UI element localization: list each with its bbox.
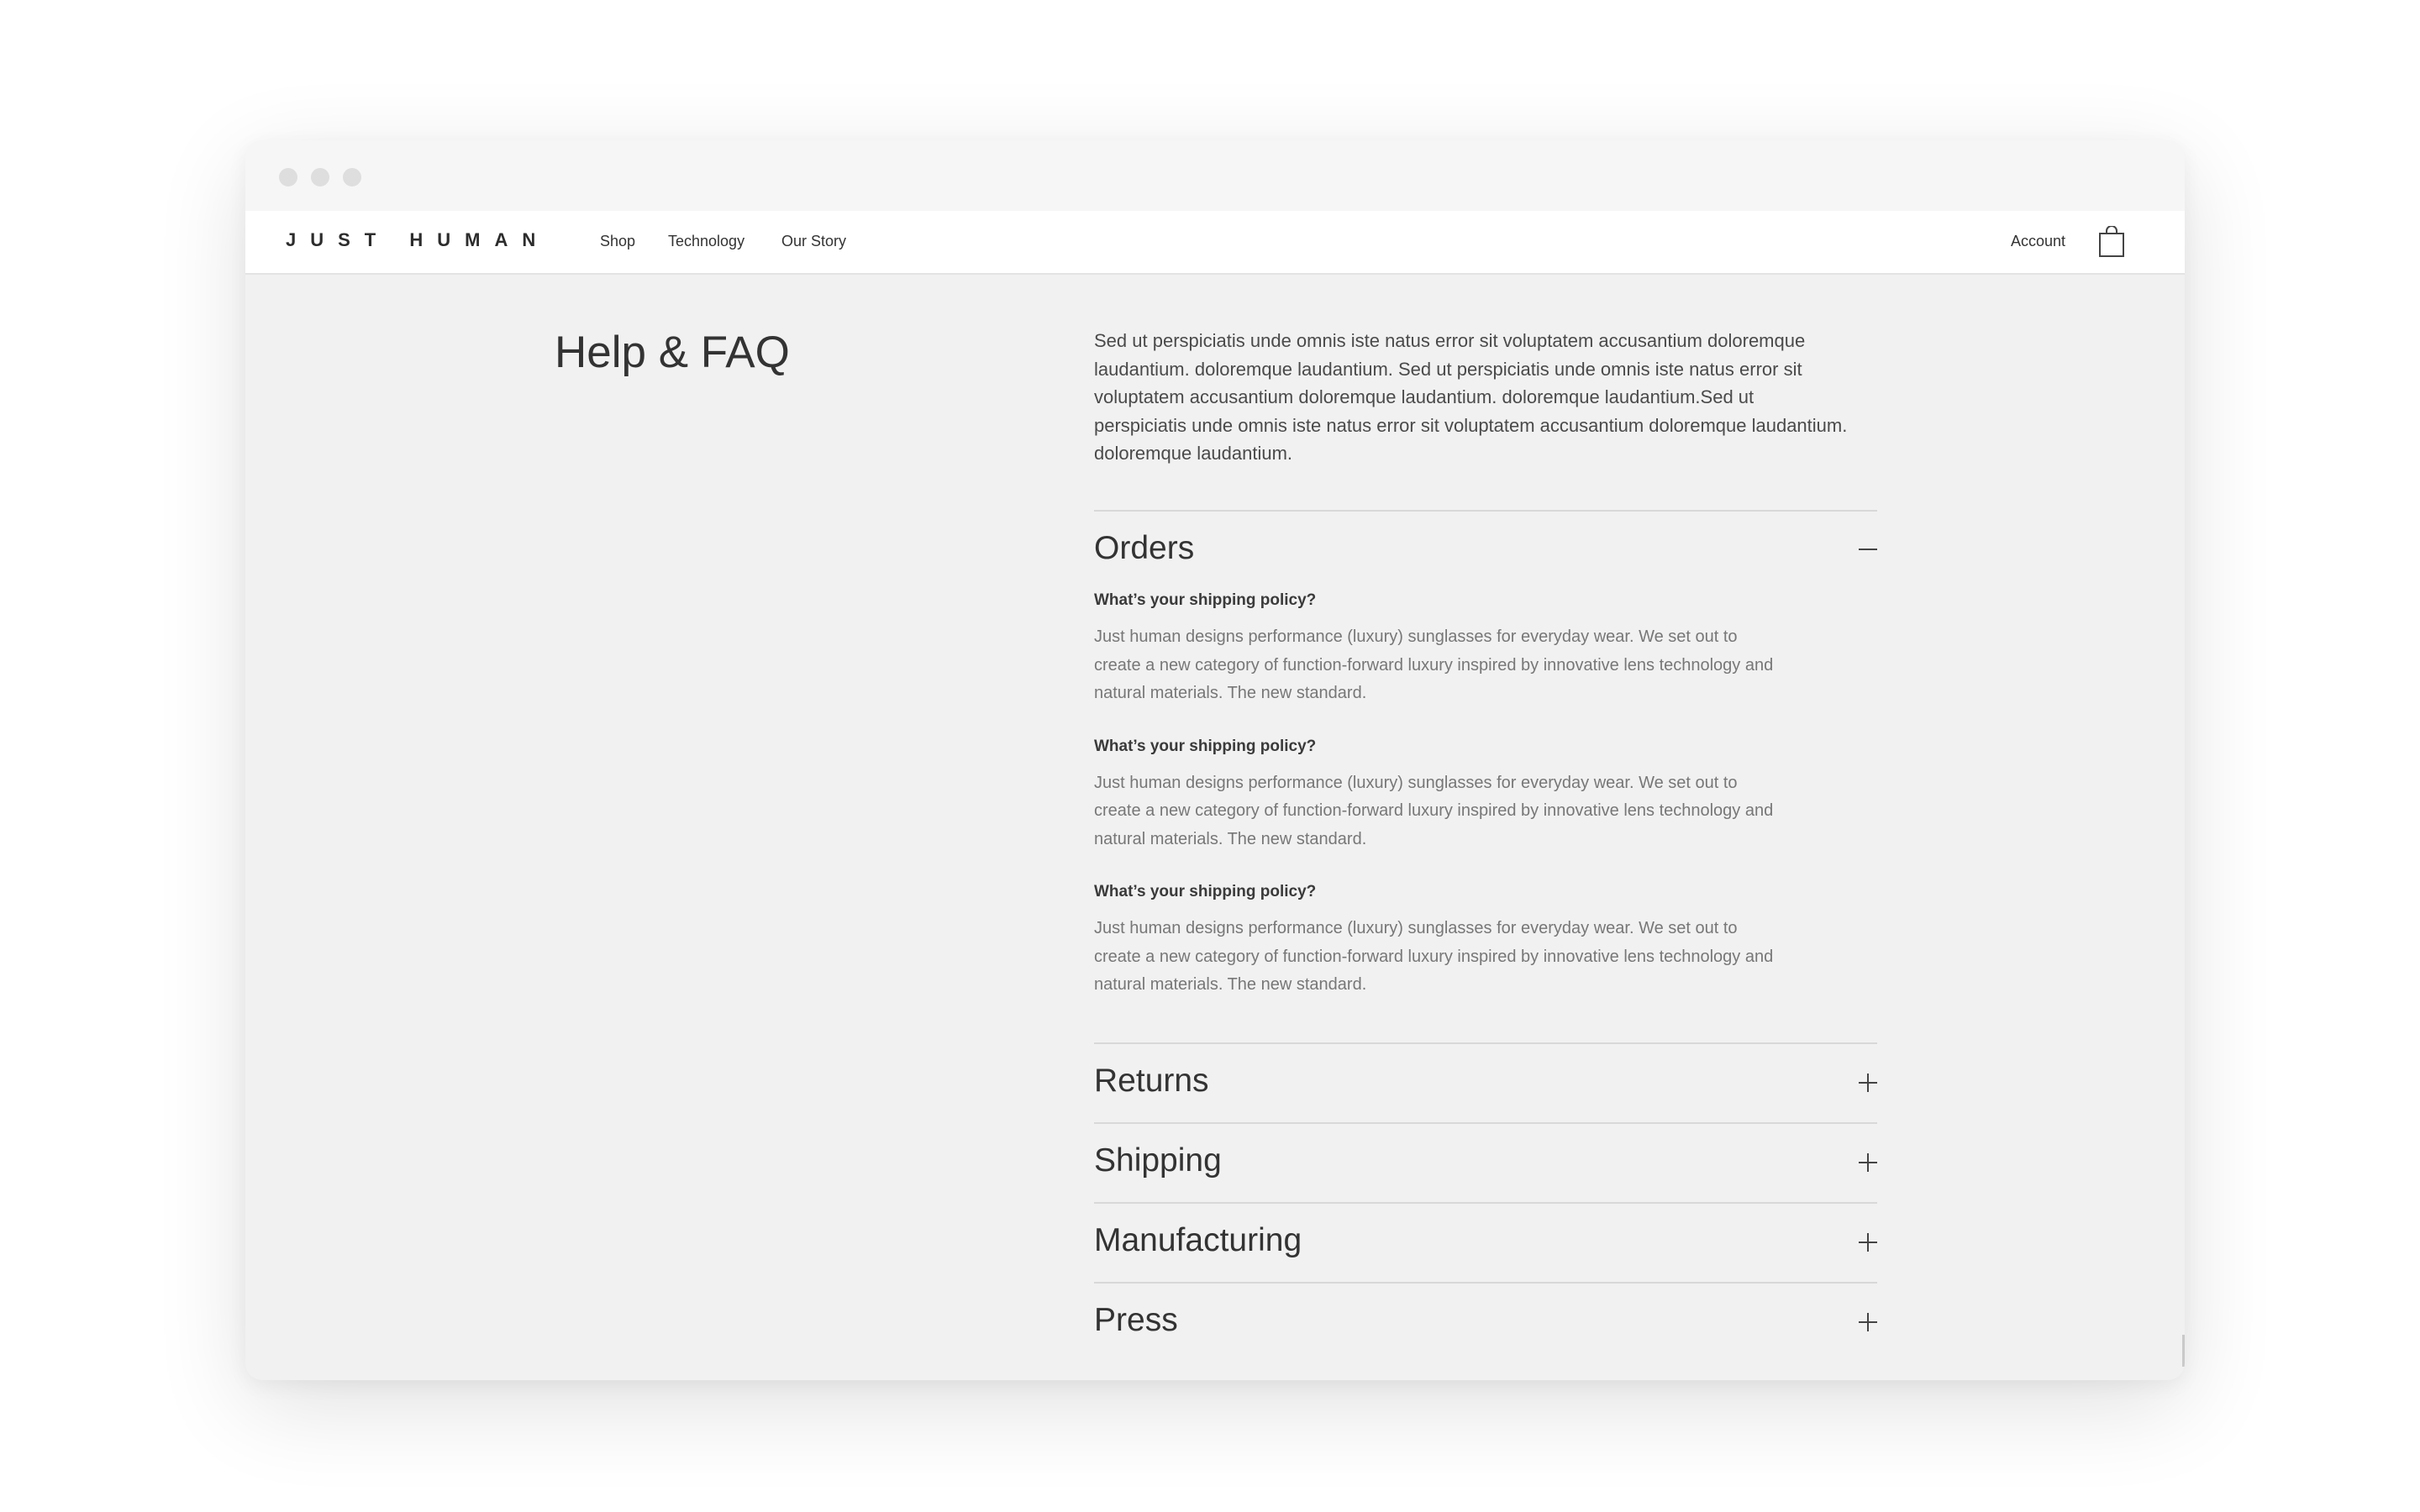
faq-answer: Just human designs performance (luxury) … <box>1094 919 1774 994</box>
faq-section-orders-header[interactable]: Orders <box>1094 512 1877 589</box>
faq-section-manufacturing: Manufacturing <box>1094 1204 1877 1282</box>
window-minimize-dot[interactable] <box>311 168 329 186</box>
faq-section-orders-body: What’s your shipping policy? Just human … <box>1094 589 1877 1042</box>
window-close-dot[interactable] <box>279 168 297 186</box>
plus-icon[interactable] <box>1859 1232 1877 1252</box>
faq-section-returns: Returns <box>1094 1044 1877 1122</box>
faq-item: What’s your shipping policy? Just human … <box>1094 735 1783 854</box>
brand-logo[interactable]: JUST HUMAN <box>286 229 550 251</box>
faq-answer: Just human designs performance (luxury) … <box>1094 773 1774 848</box>
section-title: Manufacturing <box>1094 1221 1302 1258</box>
page-title: Help & FAQ <box>555 328 790 377</box>
faq-question: What’s your shipping policy? <box>1094 883 1317 900</box>
plus-icon[interactable] <box>1859 1073 1877 1092</box>
faq-section-orders: Orders What’s your shipping policy? Just… <box>1094 512 1877 1042</box>
plus-icon[interactable] <box>1859 1152 1877 1172</box>
browser-window: JUST HUMAN Shop Technology Our Story Acc… <box>245 140 2185 1380</box>
faq-section-shipping-header[interactable]: Shipping <box>1094 1124 1877 1202</box>
faq-item: What’s your shipping policy? Just human … <box>1094 589 1783 708</box>
scrollbar-thumb[interactable] <box>2182 1335 2185 1367</box>
minus-icon[interactable] <box>1859 540 1877 559</box>
section-title: Orders <box>1094 530 1195 566</box>
faq-section-press-header[interactable]: Press <box>1094 1284 1877 1362</box>
window-maximize-dot[interactable] <box>343 168 361 186</box>
plus-icon[interactable] <box>1859 1312 1877 1331</box>
nav-link-our-story[interactable]: Our Story <box>781 233 846 250</box>
shopping-bag-icon[interactable] <box>2097 226 2126 258</box>
account-link[interactable]: Account <box>2011 233 2065 250</box>
faq-item: What’s your shipping policy? Just human … <box>1094 880 1783 1000</box>
faq-answer: Just human designs performance (luxury) … <box>1094 627 1774 702</box>
faq-question: What’s your shipping policy? <box>1094 737 1317 755</box>
nav-link-shop[interactable]: Shop <box>600 233 635 250</box>
site-header: JUST HUMAN Shop Technology Our Story Acc… <box>245 211 2185 275</box>
intro-paragraph: Sed ut perspiciatis unde omnis iste natu… <box>1094 330 1848 464</box>
nav-link-technology[interactable]: Technology <box>668 233 744 250</box>
faq-section-manufacturing-header[interactable]: Manufacturing <box>1094 1204 1877 1282</box>
section-title: Returns <box>1094 1062 1209 1099</box>
faq-section-press: Press <box>1094 1284 1877 1362</box>
faq-section-returns-header[interactable]: Returns <box>1094 1044 1877 1122</box>
section-title: Press <box>1094 1301 1178 1338</box>
section-title: Shipping <box>1094 1142 1222 1179</box>
faq-accordion: Orders What’s your shipping policy? Just… <box>1094 510 1877 1362</box>
faq-section-shipping: Shipping <box>1094 1124 1877 1202</box>
faq-question: What’s your shipping policy? <box>1094 591 1317 609</box>
window-titlebar <box>245 140 2185 211</box>
